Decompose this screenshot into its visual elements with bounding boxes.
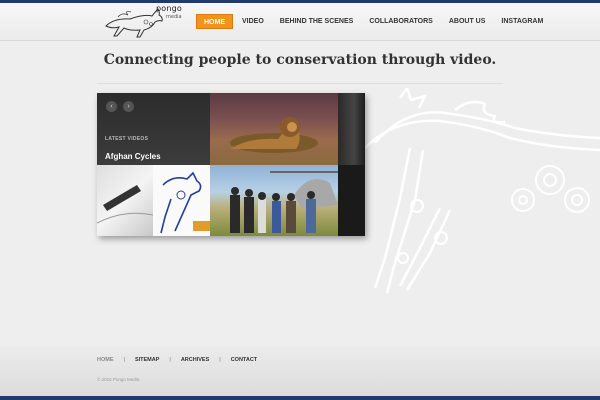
- site-header: pongo media HOME VIDEO BEHIND THE SCENES…: [0, 3, 600, 41]
- nav-behind-the-scenes[interactable]: BEHIND THE SCENES: [273, 14, 361, 29]
- pen-image-icon: [97, 185, 153, 224]
- main-nav: HOME VIDEO BEHIND THE SCENES COLLABORATO…: [196, 13, 552, 29]
- thumb-horse-drawing[interactable]: [153, 165, 210, 236]
- lion-image-icon: [230, 117, 318, 153]
- chevron-left-icon[interactable]: ‹: [106, 101, 117, 112]
- logo-subtitle: media: [166, 14, 182, 20]
- latest-videos-slider[interactable]: ‹ › LATEST VIDEOS Afghan Cycles: [97, 93, 365, 236]
- nav-video[interactable]: VIDEO: [235, 14, 271, 29]
- horse-sketch-icon: [160, 171, 210, 234]
- footer-band: [0, 345, 600, 397]
- slider-info-panel: ‹ › LATEST VIDEOS Afghan Cycles: [97, 93, 210, 165]
- thumb-writing[interactable]: [97, 165, 153, 236]
- thumb-dark-strip-top[interactable]: [338, 93, 365, 165]
- footer-archives-link[interactable]: ARCHIVES: [181, 357, 209, 363]
- chevron-right-icon[interactable]: ›: [123, 101, 134, 112]
- footer-separator: |: [219, 357, 221, 363]
- bottom-brand-bar: [0, 396, 600, 400]
- thumb-lion[interactable]: [210, 93, 338, 165]
- crew-photo-icon: [230, 171, 338, 233]
- featured-video-title[interactable]: Afghan Cycles: [105, 152, 161, 161]
- background-horse-watermark-icon: [364, 88, 600, 294]
- nav-collaborators[interactable]: COLLABORATORS: [362, 14, 440, 29]
- footer-separator: |: [169, 357, 171, 363]
- nav-home[interactable]: HOME: [196, 13, 233, 29]
- footer-separator: |: [123, 357, 125, 363]
- latest-videos-label: LATEST VIDEOS: [105, 136, 149, 142]
- nav-instagram[interactable]: INSTAGRAM: [494, 14, 550, 29]
- logo-wordmark: pongo: [156, 4, 183, 13]
- footer-sitemap-link[interactable]: SITEMAP: [135, 357, 159, 363]
- footer-nav: HOME | SITEMAP | ARCHIVES | CONTACT: [97, 357, 257, 363]
- thumb-film-crew[interactable]: [210, 165, 338, 236]
- copyright-text: © 2015 Pongo Media: [97, 377, 140, 382]
- footer-home-link[interactable]: HOME: [97, 357, 114, 363]
- thumb-dark-strip-bottom[interactable]: [338, 165, 365, 236]
- nav-about-us[interactable]: ABOUT US: [442, 14, 493, 29]
- footer-contact-link[interactable]: CONTACT: [231, 357, 257, 363]
- content-divider: [97, 83, 503, 84]
- page-tagline: Connecting people to conservation throug…: [103, 52, 497, 68]
